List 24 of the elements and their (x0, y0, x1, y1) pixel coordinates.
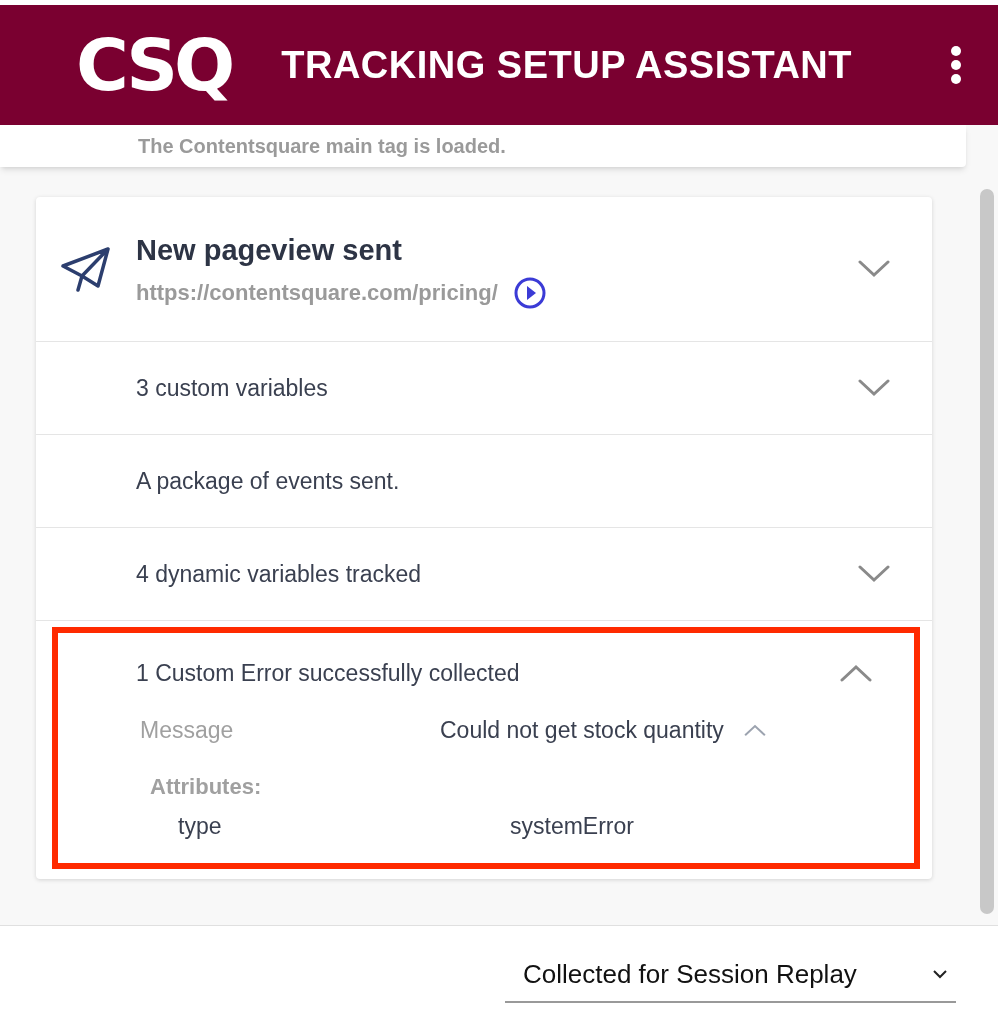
event-url: https://contentsquare.com/pricing/ (136, 279, 498, 308)
caret-icon (932, 969, 948, 979)
message-label: Message (140, 716, 235, 745)
status-text: The Contentsquare main tag is loaded. (138, 134, 506, 159)
paper-plane-icon (60, 246, 112, 292)
event-title: New pageview sent (136, 232, 403, 268)
row-label: A package of events sent. (136, 466, 400, 496)
chevron-icon[interactable] (858, 379, 890, 397)
row-label: 1 Custom Error successfully collected (136, 658, 520, 688)
play-icon[interactable] (513, 276, 546, 309)
row-label: 4 dynamic variables tracked (136, 559, 422, 589)
chevron-icon[interactable] (858, 565, 890, 583)
message-value: Could not get stock quantity (440, 716, 724, 745)
attribute-name: type (178, 811, 223, 841)
more-menu-icon[interactable] (950, 45, 962, 85)
attributes-heading: Attributes: (150, 772, 263, 801)
row-label: 3 custom variables (136, 373, 328, 403)
scrollbar[interactable] (980, 189, 994, 914)
chevron-icon[interactable] (840, 664, 872, 682)
attribute-value: systemError (510, 811, 634, 841)
chevron-icon[interactable] (743, 724, 766, 737)
chevron-icon[interactable] (858, 260, 890, 278)
logo: CSQ (76, 29, 232, 101)
app-title: TRACKING SETUP ASSISTANT (281, 42, 853, 88)
